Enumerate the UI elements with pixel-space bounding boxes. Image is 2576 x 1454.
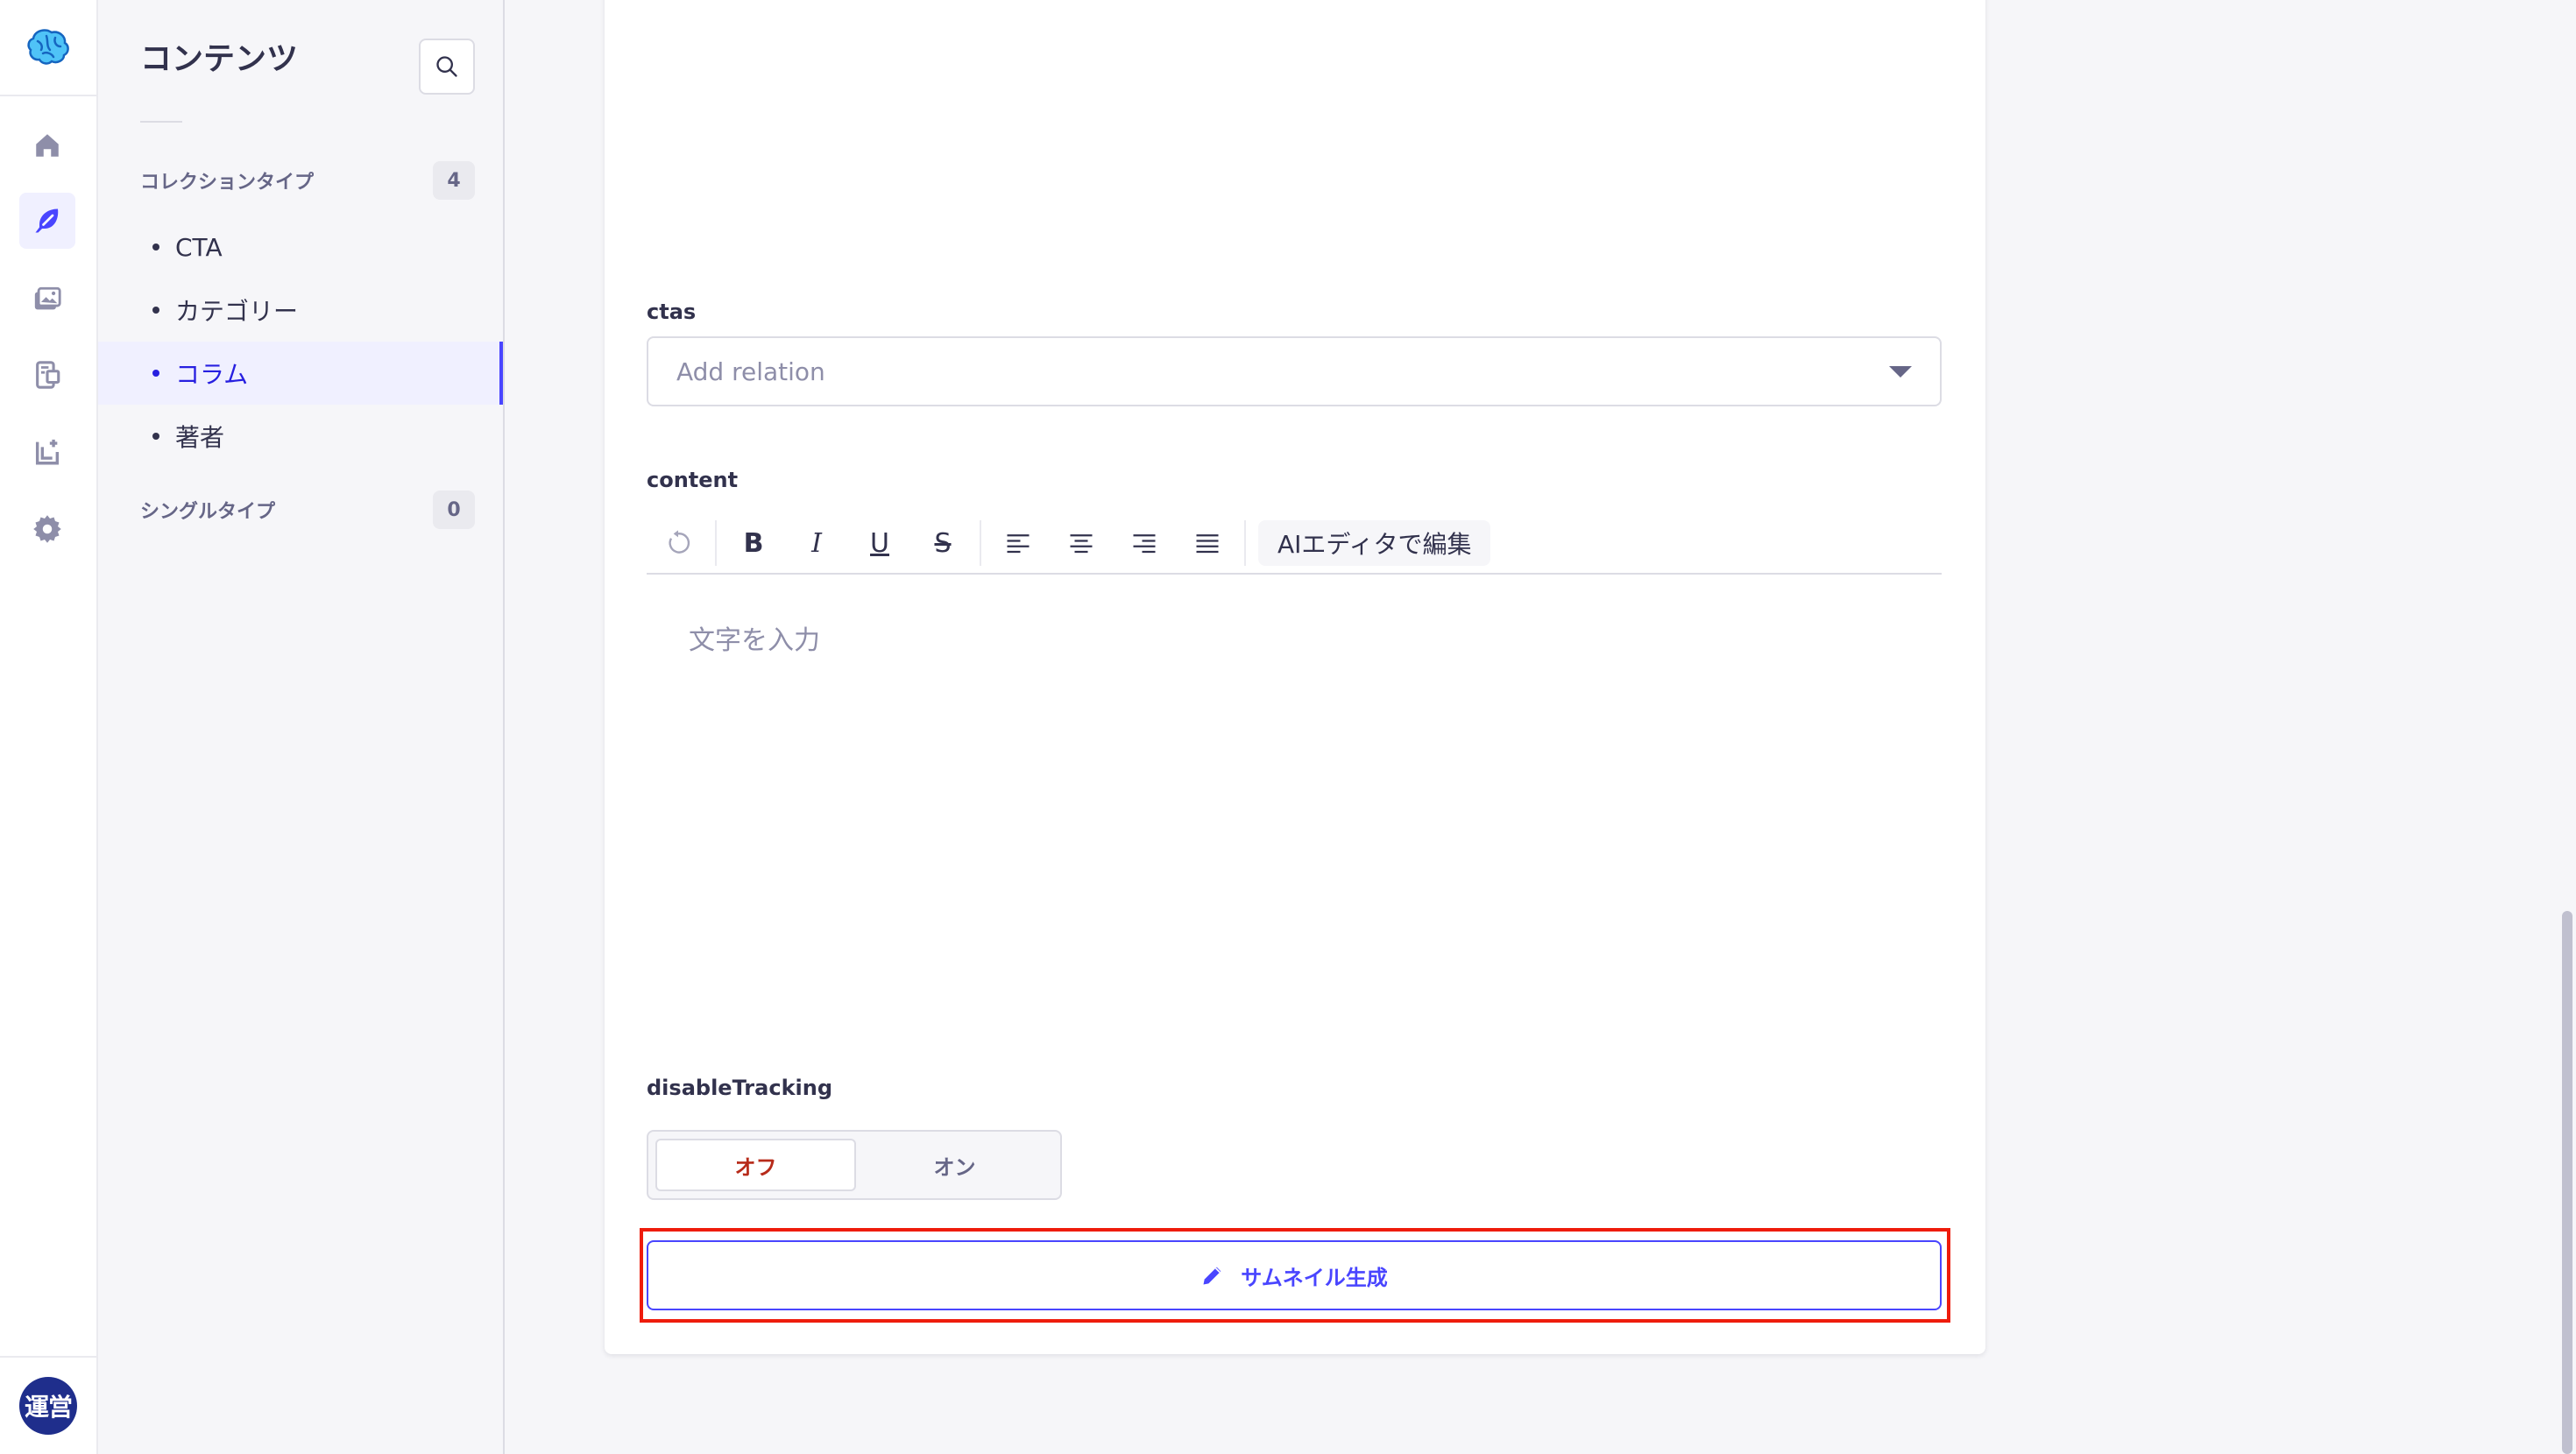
bold-button[interactable]: B bbox=[722, 517, 785, 569]
align-left-button[interactable] bbox=[987, 517, 1050, 569]
collection-types-label: コレクションタイプ bbox=[140, 172, 315, 194]
content-label: content bbox=[647, 468, 739, 492]
toggle-off-option[interactable]: オフ bbox=[655, 1139, 856, 1191]
app-logo[interactable] bbox=[0, 0, 96, 96]
toggle-on-option[interactable]: オン bbox=[856, 1139, 1053, 1191]
chevron-down-icon bbox=[1889, 365, 1912, 378]
rail-settings-button[interactable] bbox=[19, 501, 75, 557]
search-icon bbox=[436, 56, 457, 77]
toolbar-separator bbox=[1244, 520, 1246, 566]
images-icon bbox=[34, 286, 61, 310]
editor-toolbar: B I U S AIエディタで編集 bbox=[647, 513, 1942, 575]
edit-form-card: ctas Add relation content B I U S AIエディタ… bbox=[605, 0, 1985, 1354]
single-types-label: シングルタイプ bbox=[140, 501, 276, 523]
align-right-button[interactable] bbox=[1113, 517, 1176, 569]
subnav-item-category[interactable]: カテゴリー bbox=[98, 279, 503, 342]
subnav-item-label: 著者 bbox=[175, 423, 225, 452]
home-icon bbox=[36, 134, 59, 157]
toolbar-separator bbox=[980, 520, 981, 566]
pencil-icon bbox=[1203, 1267, 1221, 1285]
rail-builder-button[interactable] bbox=[19, 347, 75, 403]
align-right-icon bbox=[1133, 534, 1156, 554]
subnav-search-button[interactable] bbox=[419, 39, 475, 95]
align-justify-icon bbox=[1196, 534, 1219, 554]
bullet bbox=[152, 244, 159, 251]
bullet bbox=[152, 307, 159, 314]
subnav-item-author[interactable]: 著者 bbox=[98, 405, 503, 468]
ctas-placeholder: Add relation bbox=[676, 356, 825, 386]
puzzle-plus-icon bbox=[35, 439, 60, 465]
brain-logo-icon bbox=[27, 29, 69, 65]
subnav-item-label: CTA bbox=[175, 232, 223, 262]
rail-content-manager-button[interactable] bbox=[19, 193, 75, 249]
rail-home-button[interactable] bbox=[19, 117, 75, 173]
rail-plugins-button[interactable] bbox=[19, 424, 75, 480]
content-subnav: コンテンツ コレクションタイプ 4 CTA カテゴリー コラム 著者 シングルタ… bbox=[98, 0, 505, 1454]
subnav-item-column[interactable]: コラム bbox=[98, 342, 503, 405]
editor-placeholder: 文字を入力 bbox=[689, 625, 820, 656]
collection-types-header[interactable]: コレクションタイプ 4 bbox=[140, 161, 475, 200]
italic-button[interactable]: I bbox=[785, 517, 848, 569]
gear-icon bbox=[33, 515, 61, 543]
collection-types-count: 4 bbox=[433, 161, 475, 200]
builder-icon bbox=[36, 361, 60, 389]
bullet bbox=[152, 433, 159, 440]
ctas-relation-select[interactable]: Add relation bbox=[647, 336, 1942, 406]
undo-button[interactable] bbox=[647, 517, 710, 569]
align-center-button[interactable] bbox=[1050, 517, 1113, 569]
undo-icon bbox=[669, 530, 690, 554]
strikethrough-button[interactable]: S bbox=[911, 517, 974, 569]
avatar[interactable]: 運営 bbox=[19, 1377, 77, 1435]
feather-icon bbox=[35, 208, 59, 233]
ai-edit-button[interactable]: AIエディタで編集 bbox=[1258, 520, 1491, 566]
ctas-label: ctas bbox=[647, 300, 697, 324]
align-left-icon bbox=[1007, 534, 1030, 554]
rail-profile-area: 運営 bbox=[0, 1356, 96, 1454]
page-scrollbar-thumb[interactable] bbox=[2562, 911, 2572, 1454]
rail-media-library-button[interactable] bbox=[19, 272, 75, 328]
single-types-header[interactable]: シングルタイプ 0 bbox=[140, 491, 475, 529]
subnav-divider bbox=[140, 121, 182, 123]
generate-thumbnail-label: サムネイル生成 bbox=[1241, 1265, 1388, 1290]
toolbar-separator bbox=[715, 520, 717, 566]
align-center-icon bbox=[1070, 534, 1093, 554]
disable-tracking-label: disableTracking bbox=[647, 1076, 833, 1100]
content-editor[interactable]: 文字を入力 bbox=[647, 576, 1942, 1032]
single-types-count: 0 bbox=[433, 491, 475, 529]
subnav-item-cta[interactable]: CTA bbox=[98, 215, 503, 279]
main-nav-rail: 運営 bbox=[0, 0, 98, 1454]
subnav-title: コンテンツ bbox=[140, 41, 299, 77]
disable-tracking-toggle: オフ オン bbox=[647, 1130, 1062, 1200]
subnav-item-label: カテゴリー bbox=[175, 297, 299, 326]
subnav-item-label: コラム bbox=[175, 360, 249, 389]
generate-thumbnail-button[interactable]: サムネイル生成 bbox=[647, 1240, 1942, 1310]
bullet bbox=[152, 370, 159, 377]
underline-button[interactable]: U bbox=[848, 517, 911, 569]
align-justify-button[interactable] bbox=[1176, 517, 1239, 569]
